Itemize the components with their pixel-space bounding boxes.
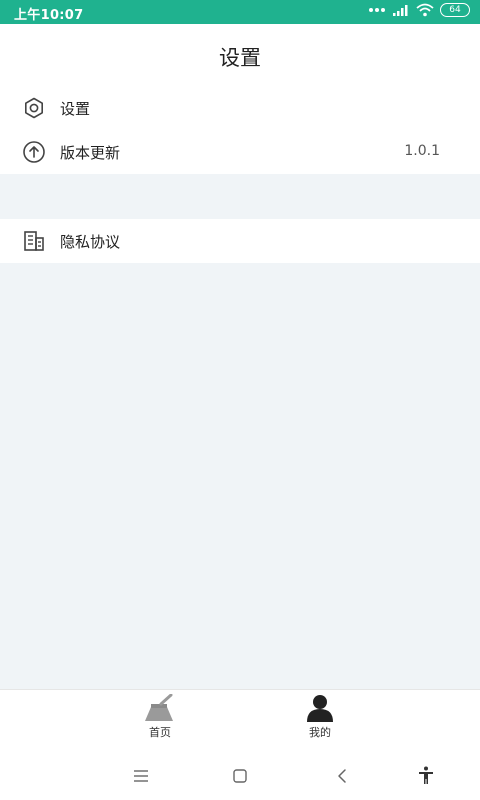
broom-icon: [145, 694, 173, 721]
tab-mine-label: 我的: [309, 726, 331, 739]
privacy-row[interactable]: 隐私协议: [0, 219, 480, 263]
upload-circle-icon: [23, 141, 45, 163]
bottom-tab-bar: 首页 我的: [0, 689, 480, 752]
status-icons: 64: [368, 3, 470, 17]
privacy-label: 隐私协议: [60, 233, 121, 251]
version-update-label: 版本更新: [60, 144, 121, 162]
gear-icon: [25, 97, 43, 119]
wifi-icon: [416, 3, 434, 17]
menu-icon[interactable]: [129, 764, 153, 788]
status-time: 上午10:07: [14, 8, 84, 23]
version-update-row[interactable]: 版本更新 1.0.1: [0, 130, 480, 174]
tab-home[interactable]: 首页: [120, 694, 200, 750]
back-icon[interactable]: [330, 764, 354, 788]
version-number: 1.0.1: [404, 143, 440, 159]
tab-home-label: 首页: [149, 726, 171, 739]
page-title: 设置: [219, 46, 261, 70]
tab-mine[interactable]: 我的: [280, 694, 360, 750]
status-bar: 上午10:07 64: [0, 0, 480, 24]
header: 设置: [0, 24, 480, 86]
accessibility-icon[interactable]: [414, 764, 438, 788]
building-icon: [24, 231, 44, 251]
home-square-icon[interactable]: [228, 764, 252, 788]
more-dots-icon: [369, 8, 385, 12]
settings-row[interactable]: 设置: [0, 86, 480, 130]
person-icon: [307, 695, 333, 722]
signal-icon: [393, 5, 408, 16]
battery-icon: 64: [440, 3, 470, 17]
system-nav-bar: [0, 752, 480, 800]
settings-label: 设置: [60, 100, 91, 118]
